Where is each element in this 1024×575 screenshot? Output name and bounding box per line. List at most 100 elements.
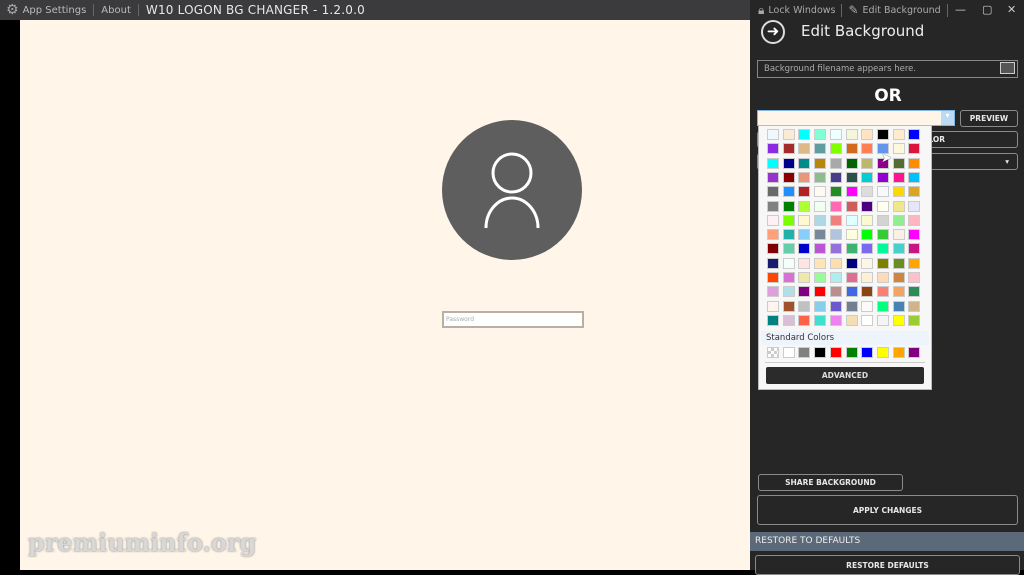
color-swatch[interactable] [861, 186, 874, 198]
color-swatch[interactable] [876, 286, 889, 298]
color-swatch[interactable] [876, 272, 889, 283]
color-swatch[interactable] [814, 143, 827, 155]
color-swatch[interactable] [798, 200, 811, 212]
color-swatch[interactable] [767, 200, 779, 212]
color-swatch[interactable] [845, 157, 858, 169]
color-swatch[interactable] [845, 272, 858, 283]
color-swatch[interactable] [892, 171, 905, 183]
color-swatch[interactable] [908, 286, 921, 298]
color-swatch[interactable] [767, 171, 779, 183]
color-swatch[interactable] [845, 300, 858, 312]
color-swatch[interactable] [845, 214, 858, 226]
color-swatch[interactable] [876, 243, 889, 255]
standard-color-swatch[interactable] [845, 347, 858, 358]
color-swatch[interactable] [892, 200, 905, 212]
color-swatch[interactable] [798, 157, 811, 169]
password-input[interactable]: Password [442, 311, 584, 328]
standard-color-swatch[interactable] [892, 347, 905, 358]
color-swatch[interactable] [829, 286, 842, 298]
gear-icon[interactable]: ⚙ [6, 2, 19, 18]
color-swatch[interactable] [908, 229, 921, 241]
color-swatch[interactable] [829, 229, 842, 241]
transparent-swatch[interactable] [767, 347, 779, 358]
color-swatch[interactable] [798, 171, 811, 183]
color-swatch[interactable] [845, 229, 858, 241]
color-swatch[interactable] [861, 300, 874, 312]
color-swatch[interactable] [814, 229, 827, 241]
color-swatch[interactable] [861, 314, 874, 326]
color-swatch[interactable] [908, 186, 921, 198]
color-swatch[interactable] [798, 272, 811, 283]
color-swatch[interactable] [861, 229, 874, 241]
color-swatch[interactable] [876, 129, 889, 140]
color-swatch[interactable] [767, 314, 779, 326]
color-swatch[interactable] [845, 200, 858, 212]
color-swatch[interactable] [892, 272, 905, 283]
color-swatch[interactable] [782, 157, 795, 169]
edit-icon[interactable]: ✎ [848, 3, 858, 17]
lock-windows-button[interactable]: Lock Windows [768, 5, 835, 16]
color-swatch[interactable] [782, 143, 795, 155]
about-link[interactable]: About [101, 5, 131, 16]
color-swatch[interactable] [845, 129, 858, 140]
color-swatch[interactable] [861, 143, 874, 155]
color-swatch[interactable] [814, 272, 827, 283]
color-swatch[interactable] [782, 186, 795, 198]
color-swatch[interactable] [892, 243, 905, 255]
color-swatch[interactable] [767, 272, 779, 283]
color-swatch[interactable] [876, 257, 889, 269]
color-swatch[interactable] [908, 200, 921, 212]
maximize-button[interactable]: ▢ [982, 3, 992, 16]
color-swatch[interactable] [876, 171, 889, 183]
color-swatch[interactable] [814, 214, 827, 226]
color-swatch[interactable] [814, 129, 827, 140]
color-swatch[interactable] [767, 300, 779, 312]
color-swatch[interactable] [767, 257, 779, 269]
color-swatch[interactable] [767, 214, 779, 226]
color-swatch[interactable] [845, 186, 858, 198]
color-swatch[interactable] [892, 129, 905, 140]
color-swatch[interactable] [861, 157, 874, 169]
color-swatch[interactable] [767, 157, 779, 169]
color-swatch[interactable] [798, 229, 811, 241]
color-swatch[interactable] [892, 186, 905, 198]
color-swatch[interactable] [861, 129, 874, 140]
color-swatch[interactable] [814, 200, 827, 212]
standard-color-swatch[interactable] [814, 347, 827, 358]
color-swatch[interactable] [814, 286, 827, 298]
color-swatch[interactable] [829, 157, 842, 169]
color-swatch[interactable] [845, 286, 858, 298]
color-swatch[interactable] [829, 243, 842, 255]
color-swatch[interactable] [767, 143, 779, 155]
color-swatch[interactable] [829, 272, 842, 283]
color-swatch[interactable] [798, 257, 811, 269]
color-swatch[interactable] [908, 272, 921, 283]
color-swatch[interactable] [767, 243, 779, 255]
color-swatch[interactable] [829, 186, 842, 198]
color-swatch[interactable] [861, 171, 874, 183]
apply-changes-button[interactable]: APPLY CHANGES [757, 495, 1018, 525]
share-background-button[interactable]: SHARE BACKGROUND [758, 474, 903, 491]
color-swatch[interactable] [798, 286, 811, 298]
color-swatch[interactable] [876, 200, 889, 212]
color-swatch[interactable] [845, 243, 858, 255]
color-swatch[interactable] [892, 157, 905, 169]
color-swatch[interactable] [892, 229, 905, 241]
color-swatch[interactable] [861, 257, 874, 269]
standard-color-swatch[interactable] [876, 347, 889, 358]
color-swatch[interactable] [814, 300, 827, 312]
edit-background-button[interactable]: Edit Background [863, 5, 941, 16]
color-swatch[interactable] [876, 229, 889, 241]
color-swatch[interactable] [798, 186, 811, 198]
color-swatch[interactable] [845, 314, 858, 326]
color-swatch[interactable] [829, 314, 842, 326]
color-swatch[interactable] [782, 314, 795, 326]
standard-color-swatch[interactable] [908, 347, 921, 358]
color-swatch[interactable] [798, 214, 811, 226]
color-swatch[interactable] [782, 171, 795, 183]
color-swatch[interactable] [782, 214, 795, 226]
standard-color-swatch[interactable] [782, 347, 795, 358]
color-swatch[interactable] [814, 157, 827, 169]
color-swatch[interactable] [829, 143, 842, 155]
color-dropdown[interactable]: ▾ [757, 110, 955, 126]
